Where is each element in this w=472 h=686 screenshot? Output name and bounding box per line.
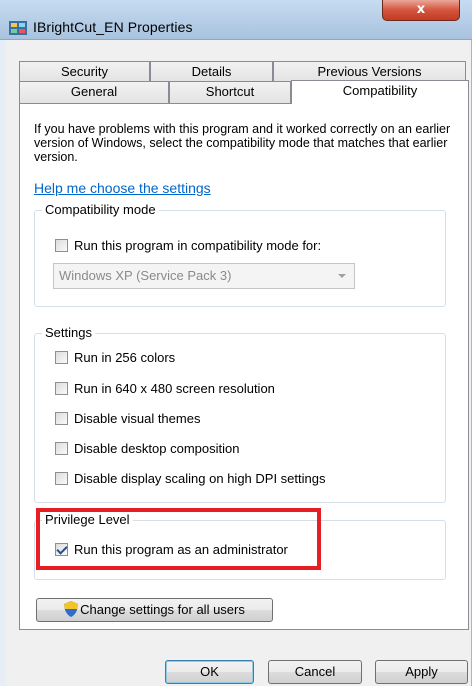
setting-option-row[interactable]: Disable desktop composition [55, 439, 239, 457]
compat-mode-dropdown[interactable]: Windows XP (Service Pack 3) [53, 263, 355, 289]
tab-general[interactable]: General [19, 81, 169, 103]
checkbox-label: Disable display scaling on high DPI sett… [74, 470, 326, 486]
setting-option-row[interactable]: Run in 256 colors [55, 348, 175, 366]
close-button[interactable]: x [382, 0, 460, 21]
tab-label: Previous Versions [317, 64, 422, 79]
properties-dialog: IBrightCut_EN Properties x Security Deta… [0, 0, 472, 686]
checkbox-label: Disable visual themes [74, 410, 201, 426]
checkbox-label: Run in 256 colors [74, 349, 176, 365]
close-icon: x [416, 2, 426, 17]
setting-checkbox[interactable] [55, 350, 68, 364]
button-label: Apply [405, 664, 438, 679]
compat-mode-checkbox[interactable] [55, 238, 68, 252]
checkbox-label: Run in 640 x 480 screen resolution [74, 380, 275, 396]
tab-previous-versions[interactable]: Previous Versions [273, 61, 466, 81]
highlight-box [36, 508, 321, 570]
setting-checkbox[interactable] [55, 471, 68, 485]
tab-label: Details [191, 64, 232, 79]
button-label: OK [200, 664, 219, 679]
setting-checkbox[interactable] [55, 441, 68, 455]
title-bar[interactable]: IBrightCut_EN Properties x [0, 0, 472, 40]
button-label: Change settings for all users [80, 602, 245, 617]
compatibility-mode-group [34, 210, 446, 307]
tab-label: Shortcut [205, 84, 255, 99]
tab-label: General [70, 84, 118, 99]
tab-shortcut[interactable]: Shortcut [169, 81, 291, 103]
window-frame-edge [0, 40, 6, 686]
tab-details[interactable]: Details [150, 61, 273, 81]
help-link[interactable]: Help me choose the settings [34, 180, 211, 196]
button-label: Cancel [294, 664, 336, 679]
setting-option-row[interactable]: Disable visual themes [55, 409, 200, 427]
app-icon [9, 21, 27, 35]
uac-shield-icon [64, 601, 79, 617]
tab-security[interactable]: Security [19, 61, 150, 81]
checkbox-label: Disable desktop composition [74, 440, 240, 456]
tab-label: Compatibility [342, 83, 418, 98]
cancel-button[interactable]: Cancel [268, 660, 362, 684]
setting-checkbox[interactable] [55, 381, 68, 395]
intro-text: If you have problems with this program a… [34, 122, 451, 164]
chevron-down-icon [338, 274, 346, 278]
window-title: IBrightCut_EN Properties [33, 19, 193, 35]
dropdown-value: Windows XP (Service Pack 3) [59, 268, 232, 283]
setting-option-row[interactable]: Run in 640 x 480 screen resolution [55, 379, 275, 397]
setting-option-row[interactable]: Disable display scaling on high DPI sett… [55, 469, 325, 487]
settings-label: Settings [42, 325, 95, 340]
setting-checkbox[interactable] [55, 411, 68, 425]
ok-button[interactable]: OK [165, 660, 254, 684]
apply-button[interactable]: Apply [375, 660, 468, 684]
compat-mode-checkbox-row[interactable]: Run this program in compatibility mode f… [55, 236, 321, 254]
change-settings-all-users-button[interactable]: Change settings for all users [36, 598, 273, 622]
compatibility-mode-label: Compatibility mode [42, 202, 159, 217]
checkbox-label: Run this program in compatibility mode f… [74, 237, 322, 253]
tab-label: Security [61, 64, 108, 79]
tab-compatibility[interactable]: Compatibility [291, 80, 469, 104]
